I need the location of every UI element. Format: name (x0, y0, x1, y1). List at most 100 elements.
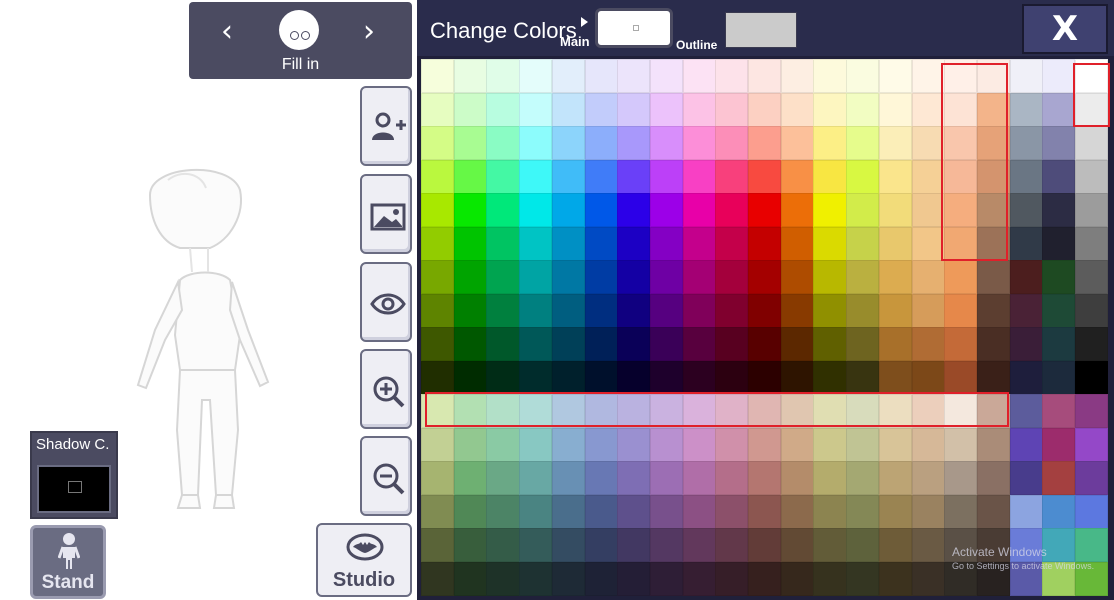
color-swatch[interactable] (1042, 92, 1076, 127)
color-swatch[interactable] (813, 226, 847, 261)
color-swatch[interactable] (649, 193, 684, 227)
color-swatch[interactable] (944, 394, 978, 428)
color-swatch[interactable] (519, 226, 553, 261)
color-swatch[interactable] (1042, 193, 1076, 227)
color-swatch[interactable] (519, 159, 553, 194)
shadow-color-panel[interactable]: Shadow C. (30, 431, 118, 519)
color-swatch[interactable] (421, 226, 455, 261)
color-swatch[interactable] (584, 394, 618, 428)
color-swatch[interactable] (584, 528, 618, 562)
color-swatch[interactable] (944, 293, 978, 328)
color-swatch[interactable] (944, 92, 978, 127)
color-swatch[interactable] (551, 193, 585, 227)
stand-button[interactable]: Stand (30, 525, 106, 599)
color-swatch[interactable] (617, 260, 651, 294)
color-swatch[interactable] (846, 360, 880, 395)
color-swatch[interactable] (453, 260, 487, 294)
color-swatch[interactable] (813, 394, 847, 428)
color-swatch[interactable] (421, 59, 455, 93)
color-swatch[interactable] (1009, 394, 1043, 428)
color-swatch[interactable] (453, 494, 487, 529)
color-swatch[interactable] (682, 327, 716, 361)
color-swatch[interactable] (715, 260, 749, 294)
color-swatch[interactable] (551, 494, 585, 529)
color-swatch[interactable] (682, 126, 716, 160)
color-swatch[interactable] (748, 327, 782, 361)
color-swatch[interactable] (911, 561, 945, 596)
color-swatch[interactable] (486, 293, 520, 328)
color-swatch[interactable] (551, 59, 585, 93)
chevron-left-icon[interactable]: ‹ (209, 14, 245, 50)
color-swatch[interactable] (617, 159, 651, 194)
color-swatch[interactable] (846, 126, 880, 160)
color-swatch[interactable] (944, 327, 978, 361)
color-swatch[interactable] (519, 461, 553, 495)
color-swatch[interactable] (911, 360, 945, 395)
color-swatch[interactable] (944, 427, 978, 462)
color-swatch[interactable] (1042, 327, 1076, 361)
color-swatch[interactable] (1042, 59, 1076, 93)
color-swatch[interactable] (780, 394, 814, 428)
color-swatch[interactable] (846, 494, 880, 529)
color-swatch[interactable] (682, 461, 716, 495)
color-swatch[interactable] (421, 293, 455, 328)
color-swatch[interactable] (1075, 92, 1109, 127)
color-swatch[interactable] (1042, 159, 1076, 194)
color-swatch[interactable] (715, 394, 749, 428)
color-swatch[interactable] (1075, 159, 1109, 194)
color-swatch[interactable] (715, 126, 749, 160)
color-swatch[interactable] (1075, 226, 1109, 261)
color-swatch[interactable] (715, 327, 749, 361)
color-swatch[interactable] (453, 360, 487, 395)
color-swatch[interactable] (813, 193, 847, 227)
color-swatch[interactable] (1075, 327, 1109, 361)
color-swatch[interactable] (453, 394, 487, 428)
color-swatch[interactable] (715, 360, 749, 395)
color-swatch[interactable] (486, 494, 520, 529)
color-swatch[interactable] (715, 59, 749, 93)
color-swatch[interactable] (584, 561, 618, 596)
add-person-button[interactable] (360, 86, 412, 166)
color-swatch[interactable] (878, 360, 912, 395)
color-swatch[interactable] (486, 226, 520, 261)
color-swatch[interactable] (715, 427, 749, 462)
color-swatch[interactable] (584, 159, 618, 194)
color-swatch[interactable] (551, 528, 585, 562)
color-swatch[interactable] (715, 528, 749, 562)
color-swatch[interactable] (421, 193, 455, 227)
color-swatch[interactable] (551, 159, 585, 194)
color-swatch[interactable] (944, 126, 978, 160)
color-swatch[interactable] (519, 260, 553, 294)
color-swatch[interactable] (878, 159, 912, 194)
color-swatch[interactable] (780, 461, 814, 495)
color-swatch[interactable] (911, 528, 945, 562)
color-swatch[interactable] (780, 193, 814, 227)
color-swatch[interactable] (682, 561, 716, 596)
color-swatch[interactable] (649, 226, 684, 261)
color-swatch[interactable] (682, 528, 716, 562)
color-swatch[interactable] (976, 193, 1011, 227)
color-swatch[interactable] (813, 260, 847, 294)
color-swatch[interactable] (780, 360, 814, 395)
color-swatch[interactable] (715, 159, 749, 194)
color-swatch[interactable] (1075, 293, 1109, 328)
color-swatch[interactable] (1075, 59, 1109, 93)
color-swatch[interactable] (1009, 327, 1043, 361)
color-swatch[interactable] (780, 260, 814, 294)
color-swatch[interactable] (584, 193, 618, 227)
color-swatch[interactable] (1009, 59, 1043, 93)
color-swatch[interactable] (584, 427, 618, 462)
color-swatch[interactable] (421, 327, 455, 361)
color-swatch[interactable] (878, 561, 912, 596)
color-swatch[interactable] (715, 226, 749, 261)
studio-button[interactable]: Studio (316, 523, 412, 597)
color-swatch[interactable] (911, 293, 945, 328)
color-swatch[interactable] (780, 494, 814, 529)
color-swatch[interactable] (976, 427, 1011, 462)
color-swatch[interactable] (846, 193, 880, 227)
color-swatch[interactable] (911, 327, 945, 361)
outline-color-swatch[interactable] (725, 12, 797, 48)
color-swatch[interactable] (911, 394, 945, 428)
color-swatch[interactable] (976, 327, 1011, 361)
color-swatch[interactable] (453, 193, 487, 227)
